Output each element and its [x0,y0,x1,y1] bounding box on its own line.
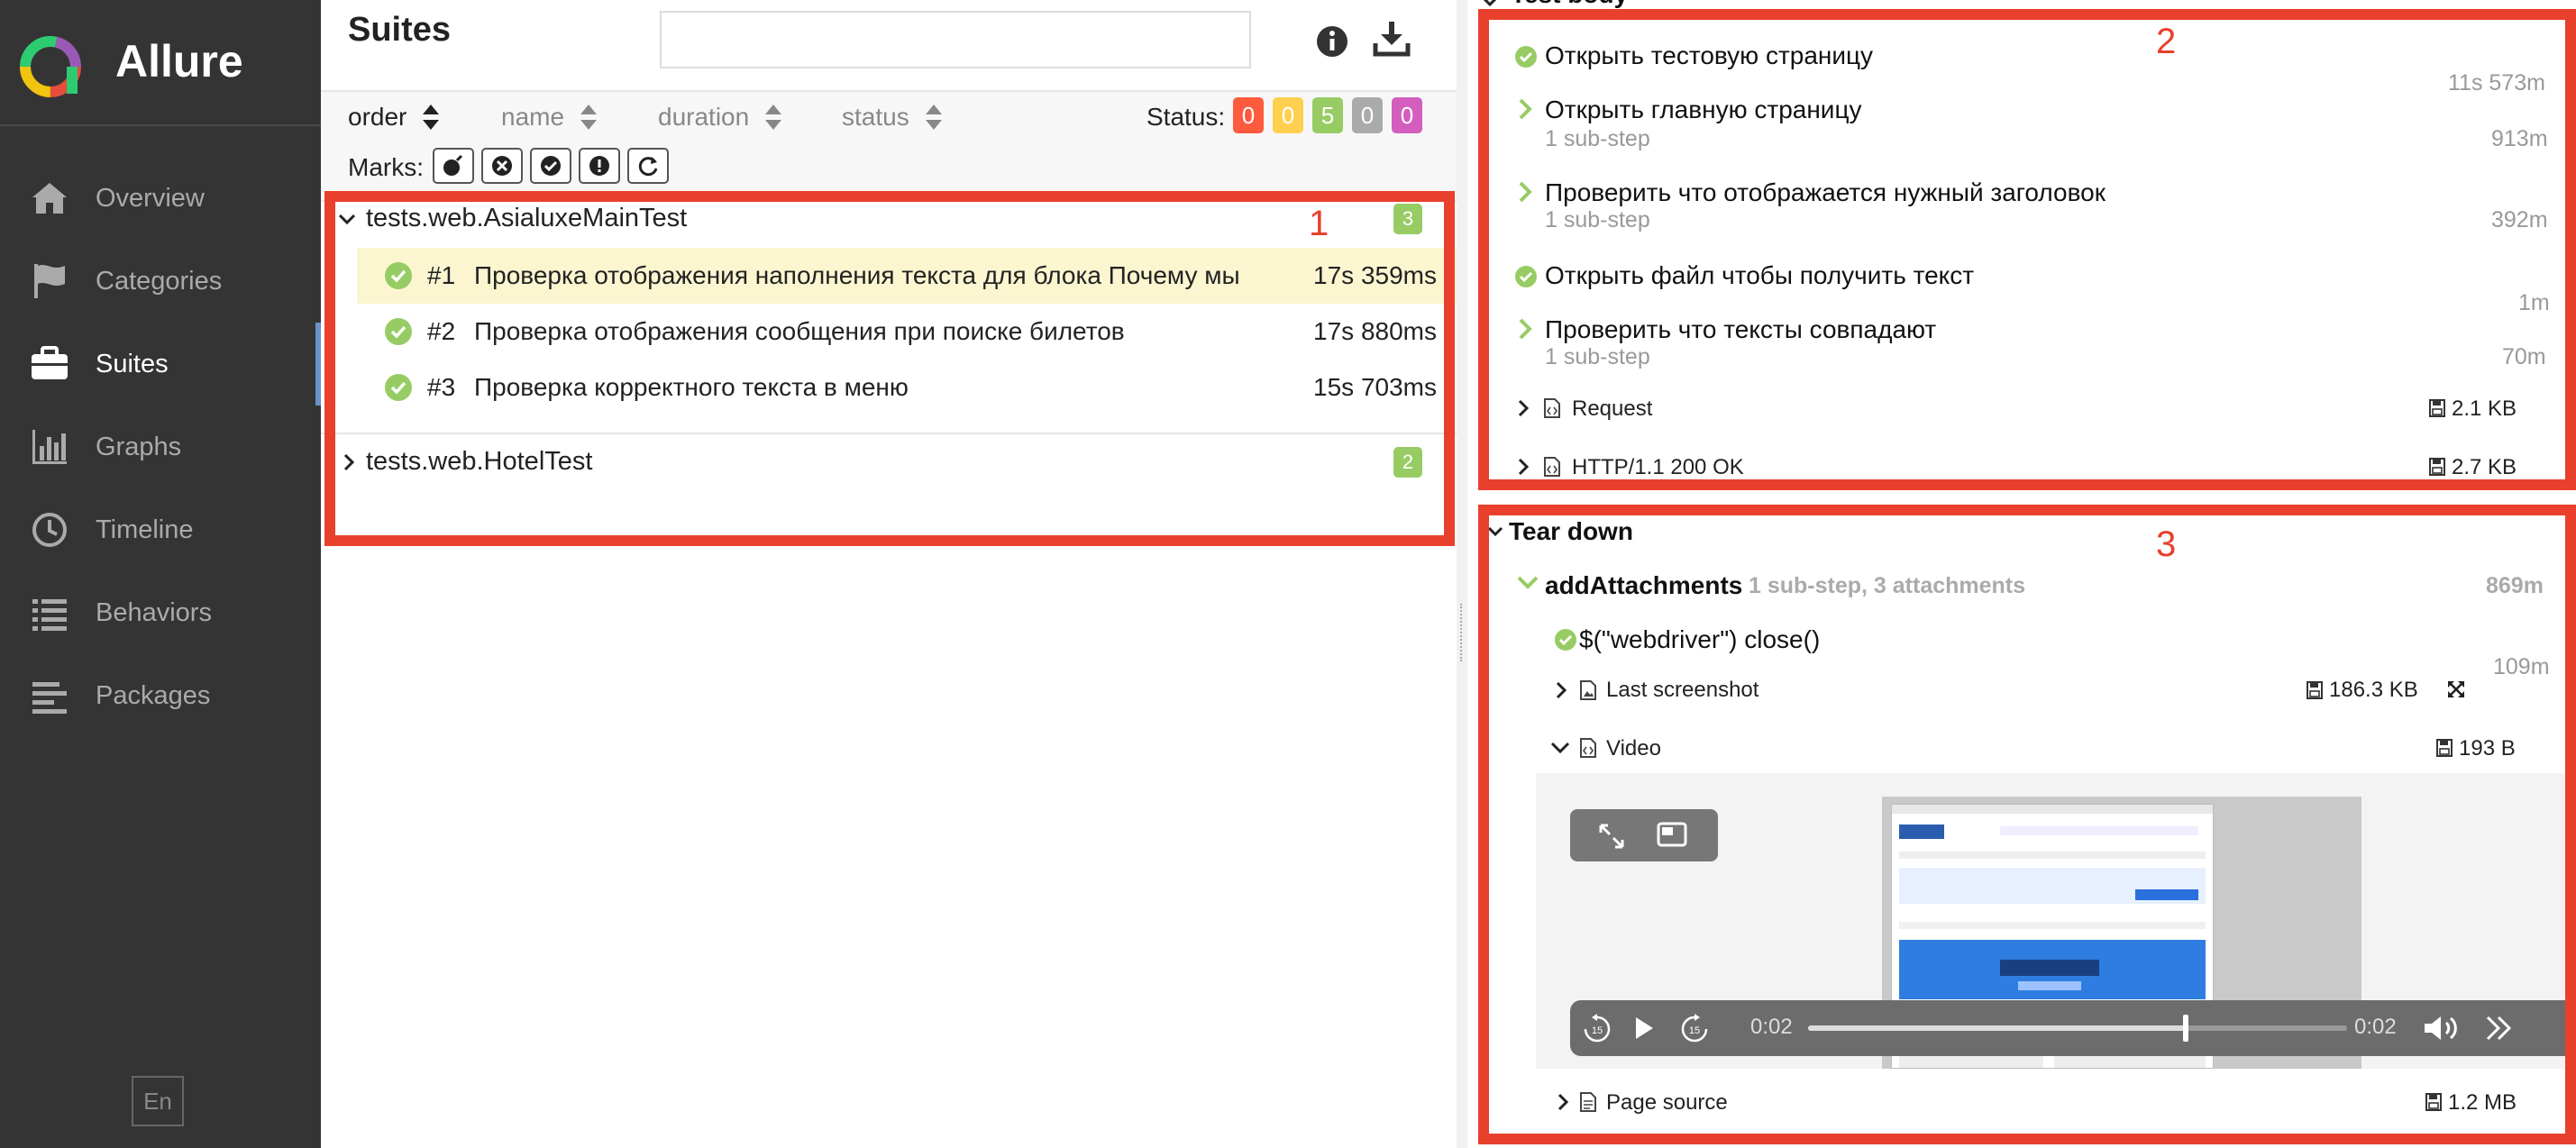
sort-order[interactable]: order [348,103,440,132]
sidebar-item-label: Packages [96,680,211,710]
sort-duration[interactable]: duration [658,103,782,132]
annotation-box-2 [1478,9,2576,490]
sort-arrows-icon [423,105,440,130]
refresh-icon [638,157,658,177]
sort-name-label: name [501,103,565,131]
exclamation-circle-icon [589,156,609,176]
mark-flaky-button[interactable] [433,148,474,184]
download-icon[interactable] [1372,18,1411,58]
search-input[interactable] [660,11,1251,68]
times-circle-icon [492,156,512,176]
sort-arrows-icon [765,105,782,130]
status-broken-badge[interactable]: 0 [1273,97,1303,133]
mark-retries-button[interactable] [627,148,669,184]
list-icon [32,599,67,631]
sidebar-item-label: Timeline [96,515,194,544]
sidebar-item-graphs[interactable]: Graphs [0,405,321,488]
sidebar-item-label: Graphs [96,432,182,461]
clock-icon [32,513,67,547]
check-circle-icon [541,156,561,176]
sidebar-item-label: Suites [96,349,169,378]
status-unknown-badge[interactable]: 0 [1392,97,1422,133]
flag-icon [34,264,65,298]
sort-status-label: status [842,103,909,131]
annotation-label-2: 2 [2156,22,2177,61]
annotation-label-3: 3 [2156,524,2177,564]
marks-label: Marks: [348,153,424,181]
status-label: Status: [1146,103,1226,131]
status-passed-badge[interactable]: 5 [1312,97,1343,133]
mark-new-broken-button[interactable] [579,148,620,184]
test-body-header[interactable]: Test body [1511,0,1628,9]
bar-chart-icon [32,430,67,464]
sort-name[interactable]: name [501,103,598,132]
mark-new-failed-button[interactable] [481,148,523,184]
divider [321,90,1457,92]
sidebar-item-label: Categories [96,266,223,296]
sidebar-item-categories[interactable]: Categories [0,240,321,323]
annotation-box-1 [324,191,1455,546]
page-title: Suites [348,11,452,49]
sidebar-item-suites[interactable]: Suites [0,323,321,405]
sidebar-item-behaviors[interactable]: Behaviors [0,571,321,654]
app-name: Allure [115,36,243,87]
sidebar-item-packages[interactable]: Packages [0,654,321,737]
sort-order-label: order [348,103,407,131]
align-left-icon [32,682,67,714]
sidebar-item-timeline[interactable]: Timeline [0,488,321,571]
language-button[interactable]: En [132,1076,184,1126]
pane-splitter[interactable] [1457,0,1467,1148]
briefcase-icon [32,346,68,379]
annotation-label-1: 1 [1309,204,1329,243]
sort-duration-label: duration [658,103,750,131]
info-icon[interactable] [1312,22,1352,61]
annotation-box-3 [1478,505,2576,1144]
home-icon [32,183,67,214]
sort-arrows-icon [580,105,598,130]
sort-status[interactable]: status [842,103,942,132]
status-skipped-badge[interactable]: 0 [1352,97,1383,133]
splitter-grip [1460,604,1464,661]
bomb-icon [443,154,463,176]
allure-logo-icon [20,36,81,97]
test-details-pane: Test body Открыть тестовую страницу 11s … [1467,0,2576,1148]
sidebar: Allure Overview Categories Suites Graphs… [0,0,321,1148]
sort-arrows-icon [925,105,942,130]
suites-pane: Suites order name duration status Status… [321,0,1457,1148]
mark-new-passed-button[interactable] [530,148,571,184]
sidebar-item-overview[interactable]: Overview [0,157,321,240]
sidebar-item-label: Overview [96,183,205,213]
brand[interactable]: Allure [0,0,321,126]
sidebar-item-label: Behaviors [96,597,212,627]
status-failed-badge[interactable]: 0 [1233,97,1264,133]
